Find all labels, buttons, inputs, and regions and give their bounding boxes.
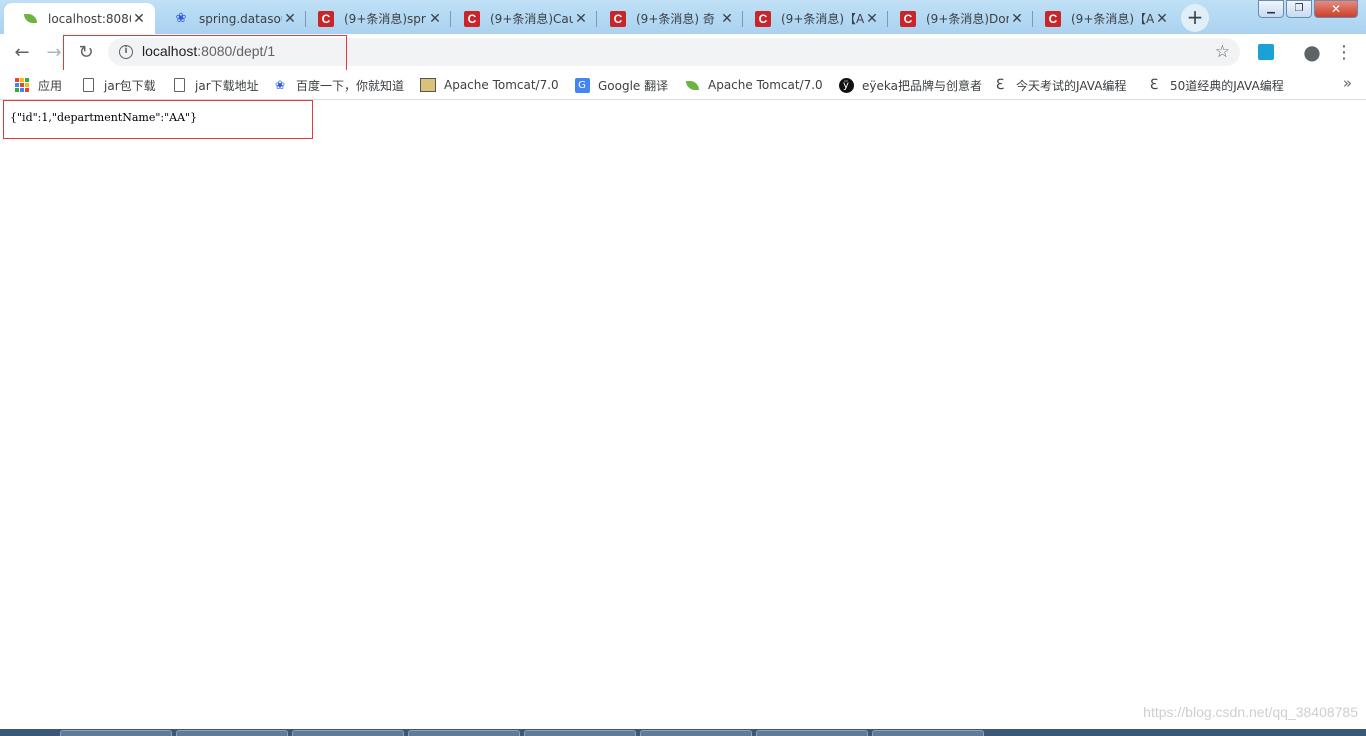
taskbar-item[interactable] xyxy=(292,730,404,736)
bookmark-eyeka[interactable]: ÿ eÿeka把品牌与创意者 xyxy=(838,76,982,94)
bookmark-label: eÿeka把品牌与创意者 xyxy=(862,78,982,93)
bookmark-label: 百度一下，你就知道 xyxy=(296,78,405,93)
tomcat-icon xyxy=(420,77,436,93)
bookmark-label: Apache Tomcat/7.0 xyxy=(708,78,823,92)
close-icon[interactable]: ✕ xyxy=(1154,11,1170,27)
close-icon[interactable]: ✕ xyxy=(131,11,147,27)
document-icon xyxy=(80,77,96,93)
json-highlight-box xyxy=(3,100,313,139)
bookmark-apps[interactable]: 应用 xyxy=(14,76,62,94)
csdn-icon: C xyxy=(464,10,480,27)
bookmarks-bar: 应用 jar包下载 jar下载地址 ❀ 百度一下，你就知道 Apache Tom… xyxy=(0,70,1366,100)
csdn-icon: C xyxy=(610,10,626,27)
bookmarks-overflow-button[interactable]: » xyxy=(1343,74,1352,92)
bookmark-jar-download[interactable]: jar包下载 xyxy=(80,76,156,94)
tab-title: localhost:8080 xyxy=(48,11,131,26)
bookmark-label: jar包下载 xyxy=(104,78,156,93)
bookmark-star-icon[interactable]: ☆ xyxy=(1215,42,1230,62)
apps-grid-icon xyxy=(14,77,30,93)
tab-title: (9+条消息)【A xyxy=(781,12,864,26)
bookmark-tomcat-2[interactable]: Apache Tomcat/7.0 xyxy=(684,76,823,94)
spring-leaf-icon xyxy=(22,11,38,27)
bookmark-label: 今天考试的JAVA编程 xyxy=(1016,78,1127,93)
bookmark-label: jar下载地址 xyxy=(195,78,259,93)
tab-csdn-5[interactable]: C (9+条消息)Don ✕ xyxy=(882,3,1033,34)
close-icon[interactable]: ✕ xyxy=(573,11,589,27)
page-content: {"id":1,"departmentName":"AA"} https://b… xyxy=(0,101,1366,729)
tab-csdn-4[interactable]: C (9+条消息)【A ✕ xyxy=(737,3,888,34)
csdn-icon: C xyxy=(900,10,916,27)
taskbar-item[interactable] xyxy=(176,730,288,736)
script-icon: ℇ xyxy=(995,77,1005,93)
baidu-paw-icon: ❀ xyxy=(175,11,187,26)
profile-icon[interactable]: ● xyxy=(1298,38,1326,66)
close-icon[interactable]: ✕ xyxy=(864,11,880,27)
tab-title: (9+条消息)【A xyxy=(1071,12,1154,26)
tab-strip: localhost:8080 ✕ ❀ spring.datasou ✕ C (9… xyxy=(0,0,1366,34)
bookmark-baidu[interactable]: ❀ 百度一下，你就知道 xyxy=(272,76,404,94)
taskbar-item[interactable] xyxy=(640,730,752,736)
os-taskbar xyxy=(0,729,1366,736)
bookmark-label: 50道经典的JAVA编程 xyxy=(1170,78,1284,93)
menu-icon[interactable]: ⋮ xyxy=(1330,38,1358,66)
taskbar-item[interactable] xyxy=(408,730,520,736)
close-icon[interactable]: ✕ xyxy=(282,11,298,27)
bookmark-jar-address[interactable]: jar下载地址 xyxy=(171,76,259,94)
back-button[interactable]: ← xyxy=(8,38,36,66)
bookmark-label: Google 翻译 xyxy=(598,78,669,93)
script-icon: ℇ xyxy=(1149,77,1159,93)
close-icon[interactable]: ✕ xyxy=(1009,11,1025,27)
spring-leaf-icon xyxy=(684,77,700,93)
url-highlight-box xyxy=(63,35,347,71)
document-icon xyxy=(171,77,187,93)
tab-title: (9+条消息)Cau xyxy=(490,12,573,26)
csdn-icon: C xyxy=(1045,10,1061,27)
tab-csdn-1[interactable]: C (9+条消息)spri ✕ xyxy=(300,3,451,34)
new-tab-button[interactable]: + xyxy=(1181,4,1209,32)
taskbar-item[interactable] xyxy=(524,730,636,736)
tab-spring-datasource[interactable]: ❀ spring.datasou ✕ xyxy=(155,3,306,34)
tab-title: spring.datasou xyxy=(199,11,282,26)
tab-title: (9+条消息)Don xyxy=(926,12,1009,26)
csdn-icon: C xyxy=(318,10,334,27)
maximize-button[interactable]: ❐ xyxy=(1286,0,1312,18)
csdn-icon: C xyxy=(755,10,771,27)
close-icon[interactable]: ✕ xyxy=(427,11,443,27)
minimize-button[interactable]: ▁ xyxy=(1258,0,1284,18)
bookmark-java-exam[interactable]: ℇ 今天考试的JAVA编程 xyxy=(992,76,1127,94)
google-translate-icon: G xyxy=(574,77,590,93)
window-controls: ▁ ❐ ✕ xyxy=(1258,0,1358,18)
baidu-paw-icon: ❀ xyxy=(274,78,286,92)
taskbar-item[interactable] xyxy=(872,730,984,736)
bookmark-google-translate[interactable]: G Google 翻译 xyxy=(574,76,668,94)
close-window-button[interactable]: ✕ xyxy=(1314,0,1358,18)
close-icon[interactable]: ✕ xyxy=(719,11,735,27)
watermark-text: https://blog.csdn.net/qq_38408785 xyxy=(1143,704,1358,720)
bookmark-java-50[interactable]: ℇ 50道经典的JAVA编程 xyxy=(1146,76,1284,94)
bookmark-label: Apache Tomcat/7.0 xyxy=(444,78,559,92)
taskbar-item[interactable] xyxy=(60,730,172,736)
extension-icon[interactable] xyxy=(1252,38,1280,66)
tab-csdn-2[interactable]: C (9+条消息)Cau ✕ xyxy=(446,3,597,34)
tab-localhost[interactable]: localhost:8080 ✕ xyxy=(4,3,155,34)
bookmark-label: 应用 xyxy=(38,78,63,93)
taskbar-item[interactable] xyxy=(756,730,868,736)
tab-csdn-6[interactable]: C (9+条消息)【A ✕ xyxy=(1027,3,1178,34)
tab-title: (9+条消息)spri xyxy=(344,12,427,26)
bookmark-tomcat-1[interactable]: Apache Tomcat/7.0 xyxy=(420,76,559,94)
tab-title: (9+条消息) 奇 xyxy=(636,12,715,26)
tab-csdn-3[interactable]: C (9+条消息) 奇 ✕ xyxy=(592,3,743,34)
eyeka-icon: ÿ xyxy=(838,77,854,93)
